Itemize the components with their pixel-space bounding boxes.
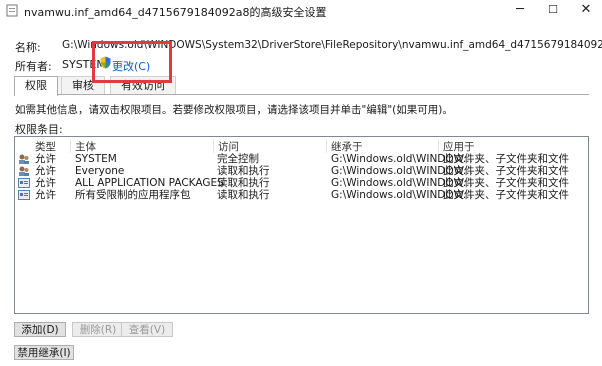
users-icon: [19, 154, 29, 164]
close-button[interactable]: ✕: [570, 0, 602, 22]
cell-access: 读取和执行: [217, 189, 270, 201]
app-file-icon: [6, 4, 18, 17]
cell-principal: 所有受限制的应用程序包: [75, 189, 191, 201]
table-row[interactable]: 允许 ALL APPLICATION PACKAGES 读取和执行 G:\Win…: [15, 177, 588, 189]
cell-principal: SYSTEM: [75, 153, 117, 165]
title-bar: nvamwu.inf_amd64_d4715679184092a8的高级安全设置…: [0, 0, 602, 22]
column-access[interactable]: 访问: [213, 139, 239, 153]
cell-principal: ALL APPLICATION PACKAGES: [75, 177, 224, 189]
cell-type: 允许: [35, 153, 56, 165]
cell-applies: 此文件夹、子文件夹和文件: [443, 165, 569, 177]
minimize-button[interactable]: ─: [504, 0, 536, 22]
tab-divider: [14, 94, 589, 95]
cell-access: 读取和执行: [217, 177, 270, 189]
cell-applies: 此文件夹、子文件夹和文件: [443, 153, 569, 165]
column-applies-to[interactable]: 应用于: [438, 139, 475, 153]
remove-button[interactable]: 删除(R): [72, 322, 124, 337]
instruction-text: 如需其他信息，请双击权限项目。若要修改权限项目，请选择该项目并单击"编辑"(如果…: [15, 104, 453, 116]
disable-inheritance-button[interactable]: 禁用继承(I): [14, 345, 74, 360]
cell-access: 完全控制: [217, 153, 259, 165]
window-title: nvamwu.inf_amd64_d4715679184092a8的高级安全设置: [24, 6, 327, 19]
cell-type: 允许: [35, 189, 56, 201]
cell-type: 允许: [35, 177, 56, 189]
name-label: 名称:: [15, 41, 41, 54]
cell-type: 允许: [35, 165, 56, 177]
owner-label: 所有者:: [15, 60, 52, 73]
permission-entries-list[interactable]: 类型 主体 访问 继承于 应用于 允许 SYSTEM 完全控制 G:\Windo…: [14, 136, 589, 314]
app-packages-icon: [18, 178, 30, 188]
annotation-highlight-box: [92, 41, 172, 83]
table-row[interactable]: 允许 所有受限制的应用程序包 读取和执行 G:\Windows.old\WIND…: [15, 189, 588, 201]
cell-access: 读取和执行: [217, 165, 270, 177]
column-principal[interactable]: 主体: [70, 139, 96, 153]
add-button[interactable]: 添加(D): [14, 322, 66, 337]
permission-entries-label: 权限条目:: [15, 123, 63, 136]
cell-applies: 此文件夹、子文件夹和文件: [443, 177, 569, 189]
cell-principal: Everyone: [75, 165, 125, 177]
app-packages-icon: [18, 190, 30, 200]
column-type[interactable]: 类型: [35, 139, 56, 153]
users-icon: [19, 166, 29, 176]
table-row[interactable]: 允许 SYSTEM 完全控制 G:\Windows.old\WINDOW... …: [15, 153, 588, 165]
tab-permissions[interactable]: 权限: [14, 76, 58, 96]
column-inherited-from[interactable]: 继承于: [326, 139, 363, 153]
cell-applies: 此文件夹、子文件夹和文件: [443, 189, 569, 201]
view-button[interactable]: 查看(V): [121, 322, 173, 337]
maximize-button[interactable]: ☐: [537, 0, 569, 22]
table-row[interactable]: 允许 Everyone 读取和执行 G:\Windows.old\WINDOW.…: [15, 165, 588, 177]
